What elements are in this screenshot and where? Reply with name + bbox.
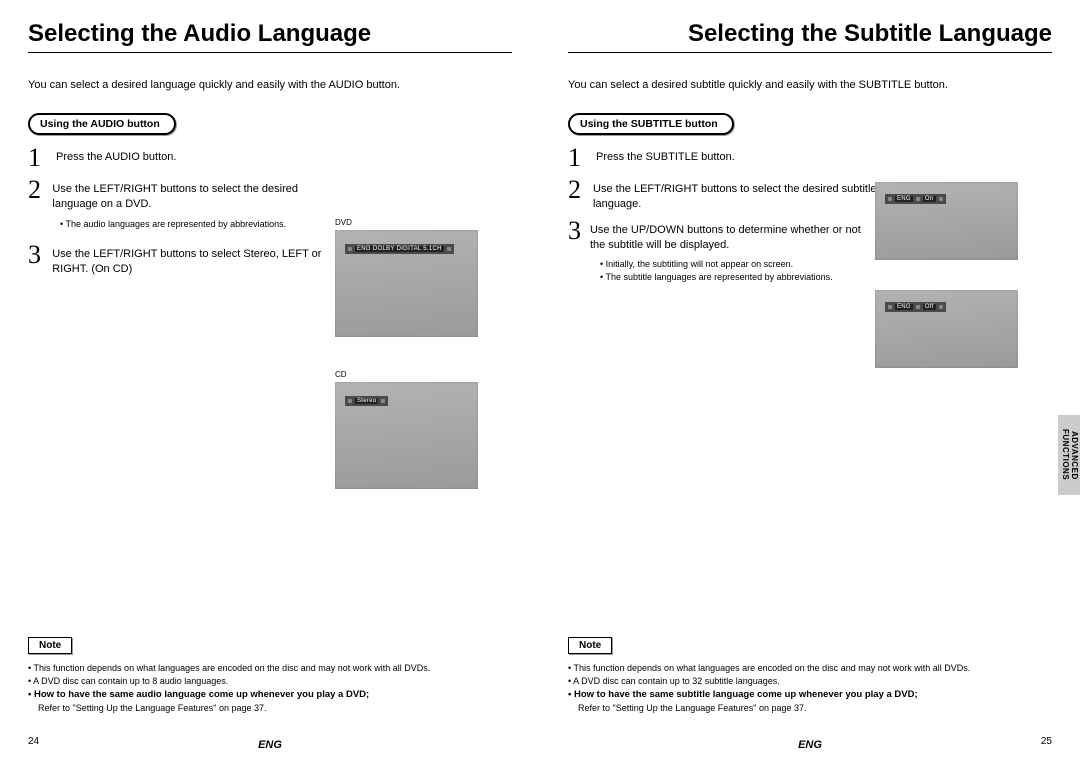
intro-subtitle: You can select a desired subtitle quickl… [568,79,1052,91]
nav-up-icon [916,197,920,201]
page-number-right: 25 [1041,736,1052,747]
note-line: This function depends on what languages … [568,662,1052,675]
preview-subtitle-off: ENG Off [875,290,1018,368]
pill-using-subtitle: Using the SUBTITLE button [568,113,734,135]
step-2: 2 Use the LEFT/RIGHT buttons to select t… [568,177,878,212]
lang-indicator-left: ENG [258,739,282,751]
nav-left-icon [888,197,892,201]
note-box-audio: Note This function depends on what langu… [28,635,512,715]
page-right: Selecting the Subtitle Language You can … [540,0,1080,765]
note-line: A DVD disc can contain up to 8 audio lan… [28,675,512,688]
note-label: Note [568,637,612,654]
nav-right-icon [939,305,943,309]
preview-subtitle-on: ENG On [875,182,1018,260]
lang-indicator-right: ENG [798,739,822,751]
nav-right-icon [939,197,943,201]
screen-label-cd: CD [335,370,347,379]
osd-state: On [923,196,936,202]
heading-audio: Selecting the Audio Language [28,20,512,53]
tv-screen: ENG On [875,182,1018,260]
pill-using-audio: Using the AUDIO button [28,113,176,135]
screen-label-dvd: DVD [335,218,352,227]
preview-dvd: DVD ENG DOLBY DIGITAL 5.1CH [335,230,478,337]
nav-down-icon [916,305,920,309]
section-tab: ADVANCED FUNCTIONS [1058,415,1080,495]
page-number-left: 24 [28,736,39,747]
step-1: 1 Press the SUBTITLE button. [568,145,878,171]
step-3: 3 Use the LEFT/RIGHT buttons to select S… [28,242,338,277]
step-number: 3 [568,218,582,253]
note-line: A DVD disc can contain up to 32 subtitle… [568,675,1052,688]
osd-text: Stereo [355,398,378,404]
step-number: 1 [568,145,588,171]
step-2: 2 Use the LEFT/RIGHT buttons to select t… [28,177,338,212]
page-spread: Selecting the Audio Language You can sel… [0,0,1080,765]
note-refer: Refer to "Setting Up the Language Featur… [38,702,512,715]
nav-left-icon [348,399,352,403]
step-number: 2 [568,177,585,212]
heading-subtitle: Selecting the Subtitle Language [568,20,1052,53]
step-number: 3 [28,242,44,277]
osd-bar-cd: Stereo [345,396,388,406]
osd-text: ENG DOLBY DIGITAL 5.1CH [355,246,444,252]
step-number: 2 [28,177,44,212]
note-bold: • How to have the same audio language co… [28,688,512,702]
note-label: Note [28,637,72,654]
step-text: Press the SUBTITLE button. [596,145,735,171]
step-text: Press the AUDIO button. [56,145,176,171]
nav-left-icon [888,305,892,309]
osd-lang: ENG [895,196,913,202]
osd-bar-dvd: ENG DOLBY DIGITAL 5.1CH [345,244,454,254]
sub-note: The audio languages are represented by a… [60,218,320,230]
tv-screen: Stereo [335,382,478,489]
nav-left-icon [348,247,352,251]
note-lines: This function depends on what languages … [28,662,512,715]
note-box-subtitle: Note This function depends on what langu… [568,635,1052,715]
sub-note: Initially, the subtitling will not appea… [600,258,860,282]
osd-bar-off: ENG Off [885,302,946,312]
intro-audio: You can select a desired language quickl… [28,79,512,91]
nav-right-icon [381,399,385,403]
tv-screen: ENG Off [875,290,1018,368]
section-tab-label: ADVANCED FUNCTIONS [1060,415,1078,495]
osd-lang: ENG [895,304,913,310]
note-refer: Refer to "Setting Up the Language Featur… [578,702,1052,715]
preview-cd: CD Stereo [335,382,478,489]
note-line: This function depends on what languages … [28,662,512,675]
tv-screen: ENG DOLBY DIGITAL 5.1CH [335,230,478,337]
step-text: Use the LEFT/RIGHT buttons to select Ste… [52,242,338,277]
step-text: Use the LEFT/RIGHT buttons to select the… [593,177,878,212]
step-3: 3 Use the UP/DOWN buttons to determine w… [568,218,878,253]
nav-right-icon [447,247,451,251]
note-lines: This function depends on what languages … [568,662,1052,715]
note-bold: • How to have the same subtitle language… [568,688,1052,702]
step-number: 1 [28,145,48,171]
step-text: Use the UP/DOWN buttons to determine whe… [590,218,878,253]
osd-state: Off [923,304,936,310]
step-text: Use the LEFT/RIGHT buttons to select the… [52,177,338,212]
osd-bar-on: ENG On [885,194,946,204]
step-1: 1 Press the AUDIO button. [28,145,338,171]
